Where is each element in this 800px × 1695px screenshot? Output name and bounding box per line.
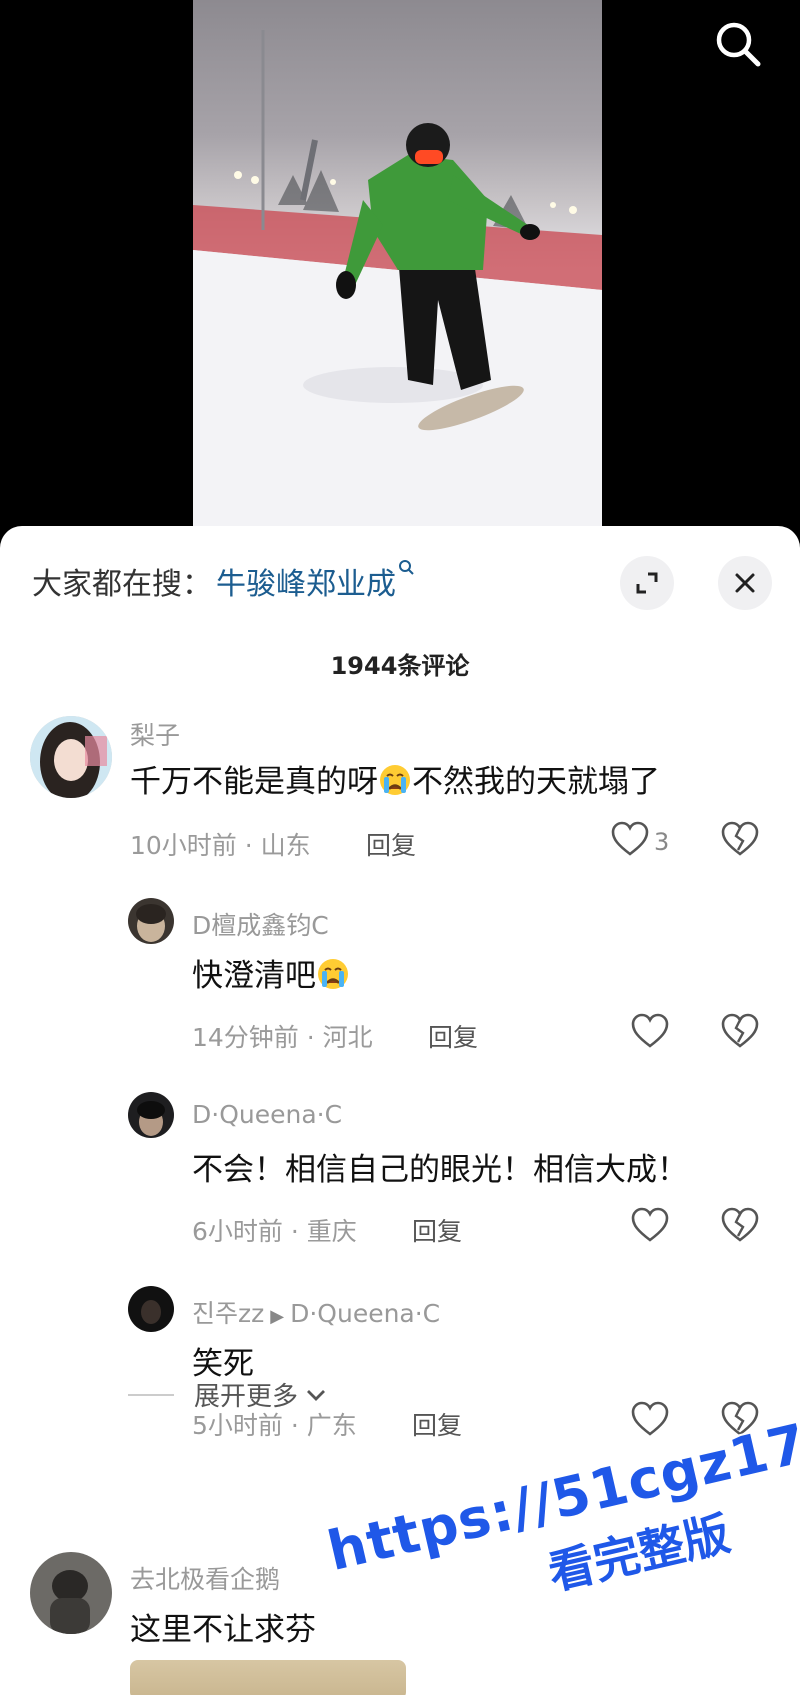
mini-search-icon bbox=[398, 559, 414, 580]
video-player[interactable] bbox=[0, 0, 800, 540]
dislike-broken-heart-icon[interactable] bbox=[720, 1206, 760, 1246]
reply-text: 快澄清吧 bbox=[192, 950, 350, 995]
reply-button[interactable]: 回复 bbox=[366, 826, 416, 862]
crying-face-emoji bbox=[318, 959, 348, 989]
search-button[interactable] bbox=[708, 14, 768, 74]
like-heart-icon[interactable] bbox=[630, 1012, 670, 1052]
reply-author[interactable]: D·Queena·C bbox=[192, 1100, 342, 1129]
expand-more-label: 展开更多 bbox=[194, 1382, 299, 1412]
reply-author[interactable]: D檀成鑫钧C bbox=[192, 906, 329, 942]
reply-meta: 6小时前 · 重庆 bbox=[192, 1217, 357, 1246]
dislike-broken-heart-icon[interactable] bbox=[720, 1012, 760, 1052]
reply-button[interactable]: 回复 bbox=[428, 1018, 478, 1054]
like-heart-icon[interactable] bbox=[630, 1400, 670, 1440]
dislike-broken-heart-icon[interactable] bbox=[720, 820, 760, 860]
divider bbox=[128, 1393, 174, 1396]
trending-query-link[interactable]: 牛骏峰郑业成 bbox=[216, 559, 396, 603]
comment-text: 千万不能是真的呀 不然我的天就塌了 bbox=[130, 764, 660, 800]
expand-button[interactable] bbox=[620, 556, 674, 610]
snowboarder-video-still bbox=[193, 30, 602, 540]
reply-to-author[interactable]: D·Queena·C bbox=[290, 1299, 440, 1328]
avatar[interactable] bbox=[128, 1286, 174, 1332]
reply-to-arrow-icon: ▶ bbox=[270, 1306, 285, 1327]
crying-face-emoji bbox=[380, 765, 410, 795]
avatar[interactable] bbox=[128, 1092, 174, 1138]
comment-author[interactable]: 去北极看企鹅 bbox=[130, 1560, 280, 1596]
reply-button[interactable]: 回复 bbox=[412, 1406, 462, 1442]
search-icon bbox=[716, 22, 761, 67]
dislike-broken-heart-icon[interactable] bbox=[720, 1400, 760, 1440]
comment-image-thumbnail[interactable] bbox=[130, 1660, 406, 1695]
comment-meta: 10小时前 · 山东 bbox=[130, 831, 311, 860]
comment-author[interactable]: 梨子 bbox=[130, 716, 180, 752]
like-heart-icon[interactable] bbox=[610, 820, 650, 860]
reply-author-line: 진주zz ▶ D·Queena·C bbox=[192, 1294, 440, 1330]
reply-meta: 14分钟前 · 河北 bbox=[192, 1023, 373, 1052]
reply-button[interactable]: 回复 bbox=[412, 1212, 462, 1248]
trending-label: 大家都在搜： bbox=[32, 567, 212, 602]
expand-more-replies[interactable]: 展开更多 bbox=[128, 1376, 328, 1413]
like-count: 3 bbox=[654, 828, 670, 856]
comment-sheet: 大家都在搜： 牛骏峰郑业成 1944条评论 梨子 千万不能是真的呀 不然我的天就… bbox=[0, 526, 800, 1695]
close-icon bbox=[735, 573, 755, 593]
reply-author[interactable]: 진주zz bbox=[192, 1299, 264, 1328]
trending-search-row: 大家都在搜： 牛骏峰郑业成 bbox=[32, 556, 414, 606]
video-frame[interactable] bbox=[193, 0, 602, 540]
like-heart-icon[interactable] bbox=[630, 1206, 670, 1246]
chevron-down-icon bbox=[307, 1389, 326, 1401]
avatar[interactable] bbox=[30, 716, 112, 798]
comment-count: 1944条评论 bbox=[330, 652, 470, 680]
avatar[interactable] bbox=[128, 898, 174, 944]
reply-text: 不会！相信自己的眼光！相信大成！ bbox=[192, 1152, 688, 1188]
avatar[interactable] bbox=[30, 1552, 112, 1634]
close-button[interactable] bbox=[718, 556, 772, 610]
expand-icon bbox=[636, 572, 658, 594]
comment-text: 这里不让求芬 bbox=[130, 1612, 316, 1648]
